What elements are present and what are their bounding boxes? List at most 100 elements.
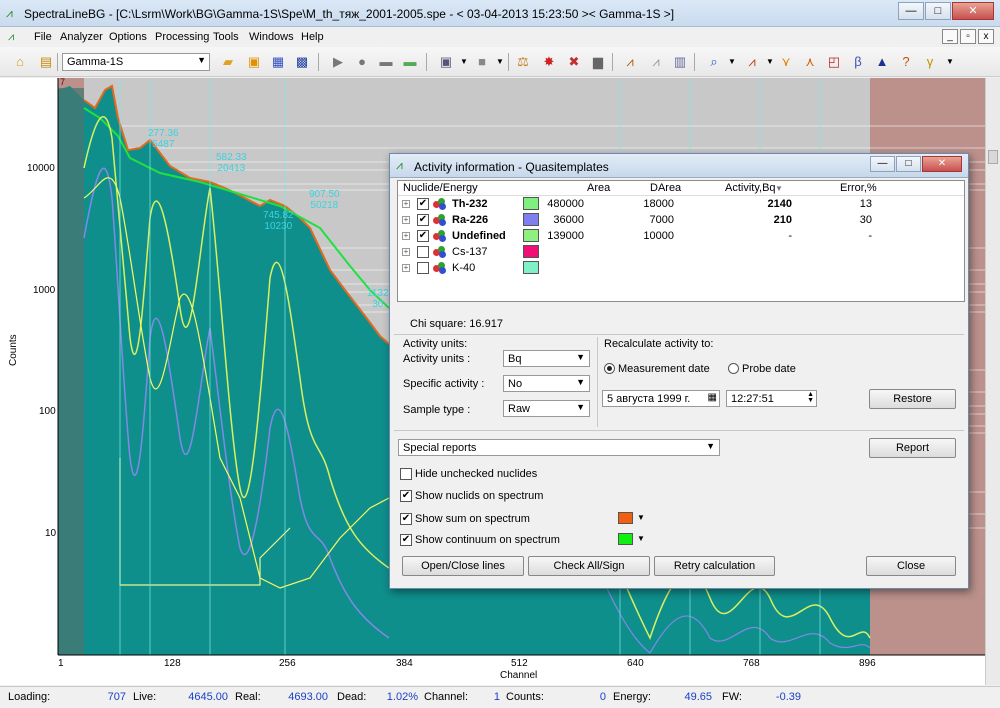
efficiency-icon[interactable]: ◰ [826,54,842,70]
show-continuum-label[interactable]: Show continuum on spectrum [415,534,560,546]
mdi-minimize-button[interactable]: _ [942,29,958,44]
report-button[interactable]: Report [869,438,956,458]
export-icon[interactable]: ▦ [270,54,286,70]
close-button[interactable]: Close [866,556,956,576]
menu-processing[interactable]: Processing [155,31,209,43]
fit-icon[interactable]: ⩘ [744,54,760,70]
mdi-close-button[interactable]: x [978,29,994,44]
calendar-dropdown-icon[interactable]: ▼ [456,54,472,70]
show-sum-checkbox[interactable]: ✔ [400,513,412,525]
row-checkbox[interactable] [417,262,429,274]
color-swatch[interactable] [523,197,539,210]
plot-scrollbar[interactable] [985,78,1000,685]
dialog-close-x-button[interactable]: ✕ [922,156,962,172]
peak-label[interactable]: 277.36 5487 [148,128,179,150]
calendar-icon[interactable]: ▦ [708,392,717,403]
sum-color-dropdown-icon[interactable]: ▼ [637,513,645,522]
hide-unchecked-checkbox[interactable] [400,468,412,480]
color-swatch[interactable] [523,245,539,258]
play-icon[interactable]: ▶ [330,54,346,70]
nuclide-icon[interactable]: ✸ [541,54,557,70]
peak-search-icon[interactable]: ⩘ [648,54,664,70]
special-reports-select[interactable]: Special reports ▼ [398,439,720,456]
document-icon[interactable]: ▤ [38,54,54,70]
column-nuclide[interactable]: Nuclide/Energy [403,182,478,194]
retry-calculation-button[interactable]: Retry calculation [654,556,775,576]
maximize-button[interactable]: □ [925,2,951,20]
table-row[interactable]: + ✔ Th-232 480000 18000 2140 13 [398,196,964,212]
restore-button[interactable]: Restore [869,389,956,409]
peak-label[interactable]: 1132 30 [367,288,389,310]
color-swatch[interactable] [523,229,539,242]
record-icon[interactable]: ● [354,54,370,70]
open-folder-icon[interactable]: ⌂ [12,54,28,70]
measurement-date-radio[interactable] [604,363,615,374]
open-close-lines-button[interactable]: Open/Close lines [402,556,524,576]
color-swatch[interactable] [523,213,539,226]
save-as-icon[interactable]: ▩ [294,54,310,70]
sample-type-select[interactable]: Raw ▼ [503,400,590,417]
date-picker[interactable]: 5 августа 1999 г. ▦ [602,390,720,407]
table-row[interactable]: + K-40 [398,260,964,276]
stop-icon[interactable]: ■ [474,54,490,70]
show-sum-label[interactable]: Show sum on spectrum [415,513,530,525]
dialog-maximize-button[interactable]: □ [896,156,921,172]
table-row[interactable]: + ✔ Undefined 139000 10000 - - [398,228,964,244]
scrollbar-thumb[interactable] [988,150,998,164]
calibration-icon[interactable]: ⚖ [515,54,531,70]
show-continuum-checkbox[interactable]: ✔ [400,534,412,546]
gamma-dropdown-icon[interactable]: ▼ [942,54,958,70]
check-all-button[interactable]: Check All/Sign [528,556,650,576]
zoom-dropdown-icon[interactable]: ▼ [724,54,740,70]
detector-select[interactable]: Gamma-1S ▼ [62,53,210,71]
expand-icon[interactable]: + [402,248,410,256]
close-window-button[interactable]: ✕ [952,2,994,20]
specific-activity-select[interactable]: No ▼ [503,375,590,392]
save-icon[interactable]: ▣ [246,54,262,70]
row-checkbox[interactable]: ✔ [417,230,429,242]
column-area[interactable]: Area [587,182,610,194]
peak-label[interactable]: 582.33 20413 [216,152,247,174]
peak-label[interactable]: 907.50 50218 [309,189,340,211]
menu-tools[interactable]: Tools [213,31,239,43]
minimize-button[interactable]: — [898,2,924,20]
show-nuclids-label[interactable]: Show nuclids on spectrum [415,490,543,502]
hide-unchecked-label[interactable]: Hide unchecked nuclides [415,468,537,480]
continuum-color-swatch[interactable] [618,533,633,545]
expand-icon[interactable]: + [402,216,410,224]
row-checkbox[interactable]: ✔ [417,214,429,226]
fwhm-icon[interactable]: ⋏ [802,54,818,70]
color-swatch[interactable] [523,261,539,274]
zoom-icon[interactable]: ⌕ [706,54,722,70]
continuum-color-dropdown-icon[interactable]: ▼ [637,534,645,543]
help-peak-icon[interactable]: ? [898,54,914,70]
mdi-restore-button[interactable]: ▫ [960,29,976,44]
expand-icon[interactable]: + [402,264,410,272]
report-icon[interactable]: ▥ [672,54,688,70]
probe-date-radio[interactable] [728,363,739,374]
measurement-date-label[interactable]: Measurement date [618,363,710,375]
menu-file[interactable]: File [34,31,52,43]
dialog-titlebar[interactable]: ⩘ Activity information - Quasitemplates … [390,154,968,178]
table-row[interactable]: + Cs-137 [398,244,964,260]
show-nuclids-checkbox[interactable]: ✔ [400,490,412,502]
beta-icon[interactable]: β [850,54,866,70]
menu-windows[interactable]: Windows [249,31,294,43]
row-checkbox[interactable] [417,246,429,258]
menu-analyzer[interactable]: Analyzer [60,31,103,43]
row-checkbox[interactable]: ✔ [417,198,429,210]
delete-nuclide-icon[interactable]: ✖ [566,54,582,70]
dialog-minimize-button[interactable]: — [870,156,895,172]
app-menu-icon[interactable]: ⩘ [8,31,14,44]
energy-cal-icon[interactable]: ⋎ [778,54,794,70]
probe-date-label[interactable]: Probe date [742,363,796,375]
peak-icon[interactable]: ⩘ [622,54,638,70]
open-file-icon[interactable]: ▰ [220,54,236,70]
library-icon[interactable]: ▆ [590,54,606,70]
peak-label[interactable]: 745.82 10230 [263,210,294,232]
column-error[interactable]: Error,% [840,182,877,194]
expand-icon[interactable]: + [402,232,410,240]
column-activity[interactable]: Activity,Bq [725,182,776,194]
menu-options[interactable]: Options [109,31,147,43]
table-row[interactable]: + ✔ Ra-226 36000 7000 210 30 [398,212,964,228]
